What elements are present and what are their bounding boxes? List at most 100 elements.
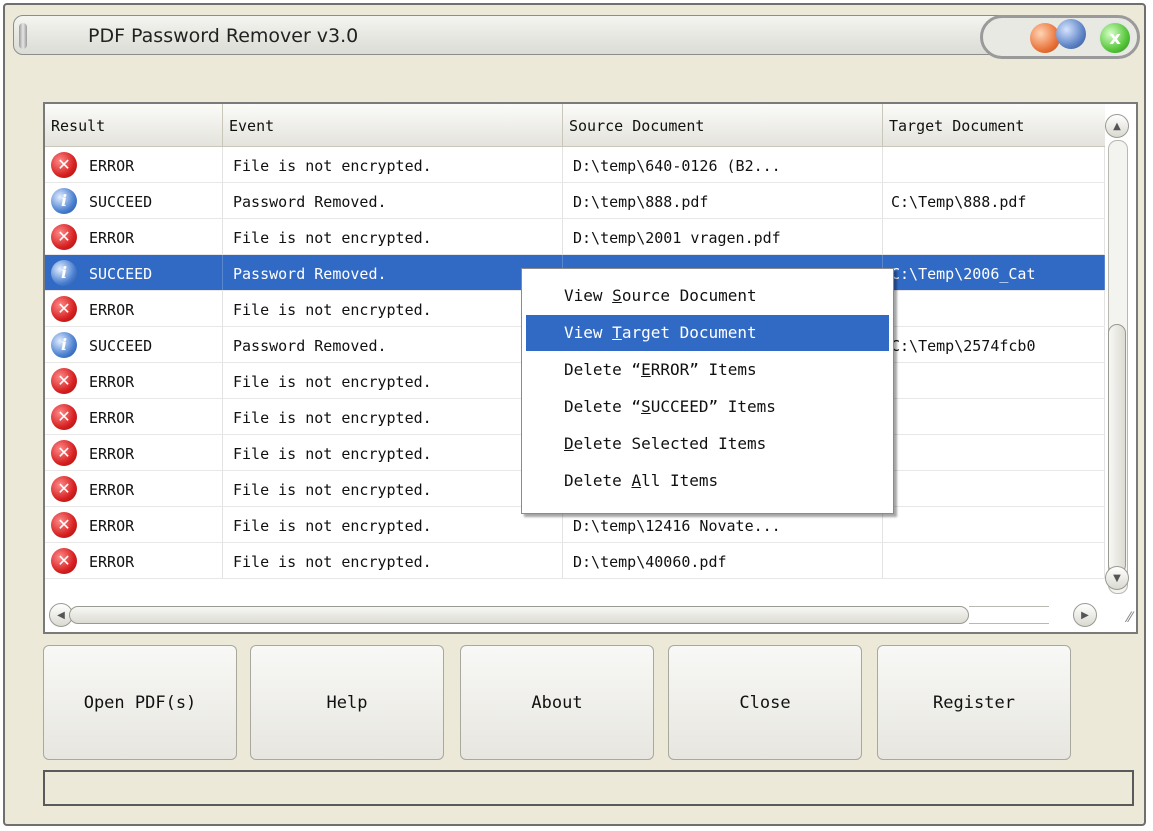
column-header-target[interactable]: Target Document (883, 104, 1105, 146)
target-cell (883, 435, 1105, 471)
result-cell: ✕ ERROR (45, 147, 223, 183)
menu-item-accelerator: S (641, 397, 651, 416)
result-cell: ✕ ERROR (45, 435, 223, 471)
result-cell: ✕ ERROR (45, 471, 223, 507)
result-text: ERROR (89, 157, 135, 175)
result-text: ERROR (89, 445, 135, 463)
error-icon: ✕ (51, 440, 77, 466)
result-text: SUCCEED (89, 337, 153, 355)
event-cell: File is not encrypted. (223, 399, 563, 435)
result-cell: i SUCCEED (45, 255, 223, 291)
menu-item-text-rest: ource Document (621, 286, 757, 305)
event-cell: Password Removed. (223, 255, 563, 291)
target-cell: C:\Temp\888.pdf (883, 183, 1105, 219)
row-divider (45, 578, 1105, 579)
vertical-scroll-thumb[interactable] (1108, 324, 1126, 574)
menu-item-text: View (564, 286, 613, 305)
table-row[interactable]: ✕ ERROR File is not encrypted. D:\temp\2001… (45, 219, 1105, 255)
column-header-source[interactable]: Source Document (563, 104, 883, 146)
horizontal-scroll-track[interactable] (969, 606, 1049, 624)
menu-item-text-rest: elete Selected Items (573, 434, 767, 453)
result-cell: ✕ ERROR (45, 363, 223, 399)
result-text: ERROR (89, 553, 135, 571)
table-row[interactable]: ✕ ERROR File is not encrypted. D:\temp\640-… (45, 147, 1105, 183)
menu-item-accelerator: A (631, 471, 642, 490)
vertical-scrollbar[interactable] (1104, 140, 1130, 594)
info-icon: i (51, 260, 77, 286)
result-cell: ✕ ERROR (45, 507, 223, 543)
source-cell: D:\temp\40060.pdf (563, 543, 883, 579)
about-button[interactable]: About (460, 645, 654, 760)
context-menu-item[interactable]: View Source Document (526, 278, 889, 314)
scroll-right-icon[interactable]: ▶ (1073, 603, 1097, 627)
result-cell: ✕ ERROR (45, 291, 223, 327)
context-menu-item[interactable]: Delete “ERROR” Items (526, 352, 889, 388)
result-cell: i SUCCEED (45, 327, 223, 363)
result-cell: i SUCCEED (45, 183, 223, 219)
maximize-button[interactable] (1056, 19, 1086, 49)
result-cell: ✕ ERROR (45, 399, 223, 435)
register-button[interactable]: Register (877, 645, 1071, 760)
result-text: ERROR (89, 301, 135, 319)
window-title: PDF Password Remover v3.0 (88, 25, 359, 47)
error-icon: ✕ (51, 224, 77, 250)
table-row[interactable]: i SUCCEED Password Removed. D:\temp\888.pdf… (45, 183, 1105, 219)
context-menu-item[interactable]: View Target Document (526, 315, 889, 351)
context-menu-item[interactable]: Delete All Items (526, 463, 889, 499)
menu-item-text: Delete “ (564, 360, 642, 379)
result-cell: ✕ ERROR (45, 219, 223, 255)
event-cell: File is not encrypted. (223, 291, 563, 327)
close-window-button[interactable]: x (1098, 21, 1132, 55)
close-button[interactable]: Close (668, 645, 862, 760)
scroll-up-icon[interactable]: ▲ (1105, 114, 1129, 138)
source-cell: D:\temp\640-0126 (B2... (563, 147, 883, 183)
column-header-event[interactable]: Event (223, 104, 563, 146)
result-text: ERROR (89, 373, 135, 391)
error-icon: ✕ (51, 152, 77, 178)
horizontal-scrollbar[interactable]: ◀ ▶ (49, 603, 1097, 627)
menu-item-text-rest: arget Document (621, 323, 757, 342)
column-header-result[interactable]: Result (45, 104, 223, 146)
horizontal-scroll-thumb[interactable] (69, 606, 969, 624)
context-menu-item[interactable]: Delete Selected Items (526, 426, 889, 462)
target-cell (883, 363, 1105, 399)
event-cell: File is not encrypted. (223, 507, 563, 543)
info-icon: i (51, 188, 77, 214)
event-cell: Password Removed. (223, 327, 563, 363)
menu-item-accelerator: E (641, 360, 651, 379)
minimize-button[interactable] (1030, 23, 1060, 53)
error-icon: ✕ (51, 476, 77, 502)
event-cell: File is not encrypted. (223, 147, 563, 183)
title-bar[interactable]: PDF Password Remover v3.0 (13, 15, 1013, 55)
error-icon: ✕ (51, 512, 77, 538)
event-cell: File is not encrypted. (223, 363, 563, 399)
result-text: ERROR (89, 481, 135, 499)
error-icon: ✕ (51, 404, 77, 430)
open-pdf-button[interactable]: Open PDF(s) (43, 645, 237, 760)
menu-item-accelerator: D (564, 434, 574, 453)
menu-item-text-rest: UCCEED” Items (650, 397, 776, 416)
event-cell: File is not encrypted. (223, 219, 563, 255)
target-cell: C:\Temp\2574fcb0 (883, 327, 1105, 363)
window-controls: x (980, 15, 1140, 71)
help-button[interactable]: Help (250, 645, 444, 760)
result-text: ERROR (89, 229, 135, 247)
result-text: SUCCEED (89, 265, 153, 283)
result-text: SUCCEED (89, 193, 153, 211)
result-text: ERROR (89, 517, 135, 535)
resize-grip-icon[interactable]: ⁄⁄ (1127, 610, 1132, 626)
table-row[interactable]: ✕ ERROR File is not encrypted. D:\temp\4006… (45, 543, 1105, 579)
menu-item-text: Delete “ (564, 397, 642, 416)
event-cell: File is not encrypted. (223, 543, 563, 579)
source-cell: D:\temp\2001 vragen.pdf (563, 219, 883, 255)
scroll-down-icon[interactable]: ▼ (1105, 566, 1129, 590)
close-icon: x (1109, 27, 1121, 49)
context-menu-item[interactable]: Delete “SUCCEED” Items (526, 389, 889, 425)
menu-item-accelerator: T (612, 323, 622, 342)
context-menu: View Source Document View Target Document… (521, 268, 894, 514)
grip-icon (19, 23, 27, 49)
error-icon: ✕ (51, 296, 77, 322)
error-icon: ✕ (51, 548, 77, 574)
target-cell: C:\Temp\2006_Cat (883, 255, 1105, 291)
target-cell (883, 471, 1105, 507)
